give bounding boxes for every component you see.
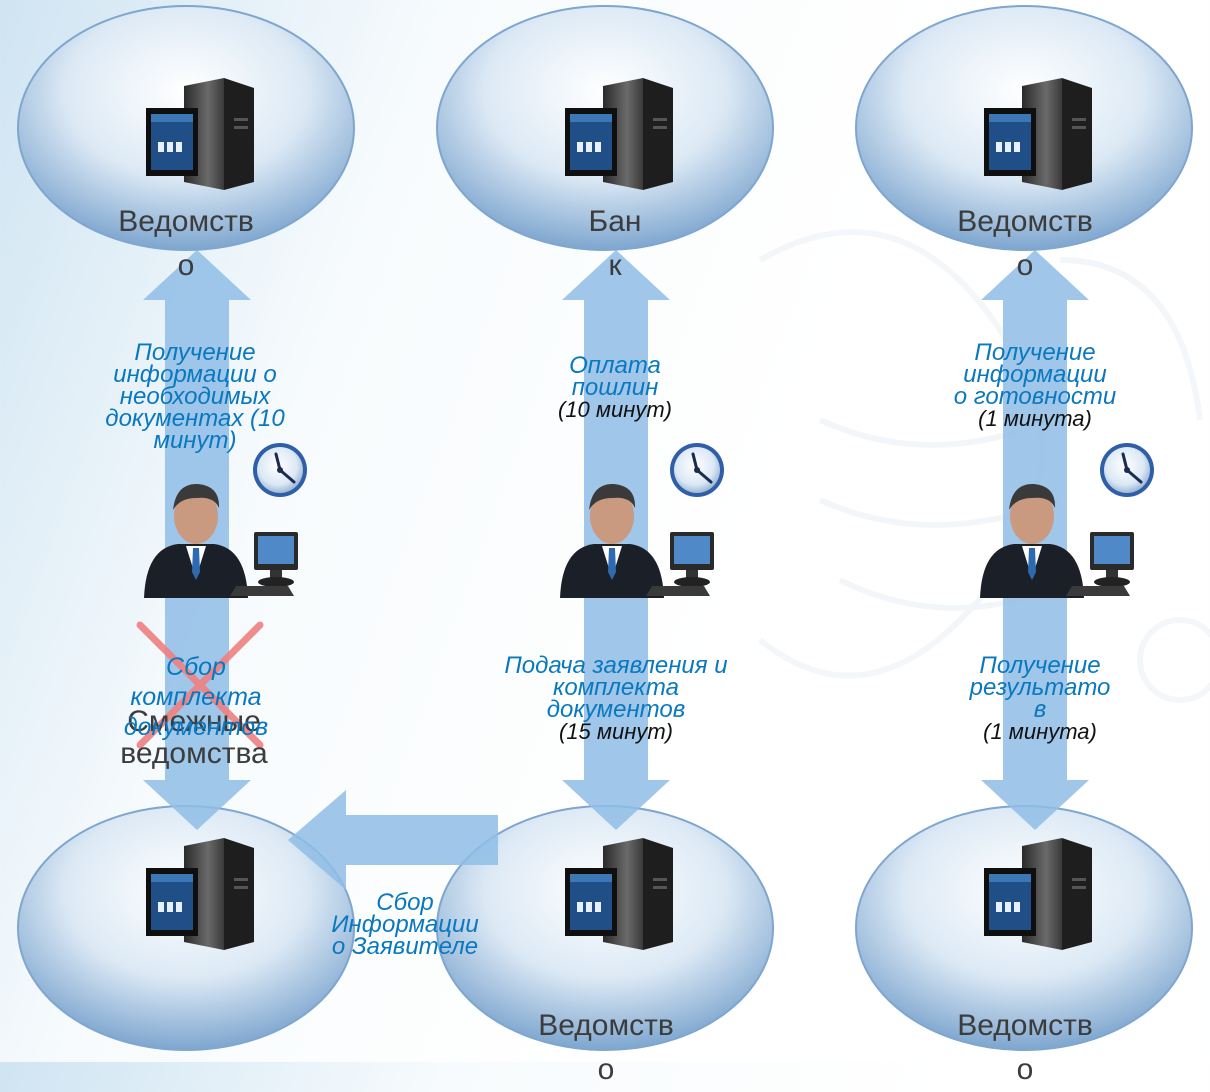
step-label-submit-application: Подача заявления и комплекта документов … — [436, 654, 796, 744]
node-label-top-right: Ведомство — [957, 205, 1093, 282]
label-line: о Заявителе — [331, 933, 479, 960]
node-label-bottom-right: Ведомство — [957, 1009, 1093, 1086]
label-time: (15 минут) — [559, 719, 673, 744]
step-label-pay-fee: Оплата пошлин (10 минут) — [495, 354, 735, 422]
label-line: документов — [546, 696, 686, 723]
node-label-top-left: Ведомство — [118, 205, 254, 282]
label-line: в — [1033, 696, 1047, 723]
label-line: Сбор — [166, 653, 226, 681]
step-label-get-info-docs: Получение информации о необходимых докум… — [60, 341, 330, 454]
label-line: о готовности — [953, 383, 1117, 410]
step-label-collect-documents: Сбор комплекта документов — [76, 652, 316, 742]
node-label-top-mid: Банк — [588, 205, 642, 282]
diagram-canvas — [17, 5, 1210, 1051]
label-time: (10 минут) — [558, 397, 672, 422]
node-label-bottom-mid: Ведомство — [538, 1009, 674, 1086]
node-label-bottom-left-line2: ведомства — [120, 737, 268, 770]
clock-icon-right — [1098, 441, 1156, 499]
label-line: пошлин — [571, 374, 659, 401]
clock-icon-mid — [668, 441, 726, 499]
label-time: (1 минута) — [978, 406, 1092, 431]
step-label-collect-applicant-info: Сбор Информации о Заявителе — [290, 891, 520, 960]
label-line: документов — [123, 713, 269, 741]
label-line: комплекта — [130, 683, 262, 711]
label-line: минут) — [153, 427, 237, 454]
label-time: (1 минута) — [983, 719, 1097, 744]
step-label-get-readiness-info: Получение информации о готовности (1 мин… — [900, 341, 1170, 431]
step-label-get-result: Получение результато в (1 минута) — [920, 654, 1160, 744]
